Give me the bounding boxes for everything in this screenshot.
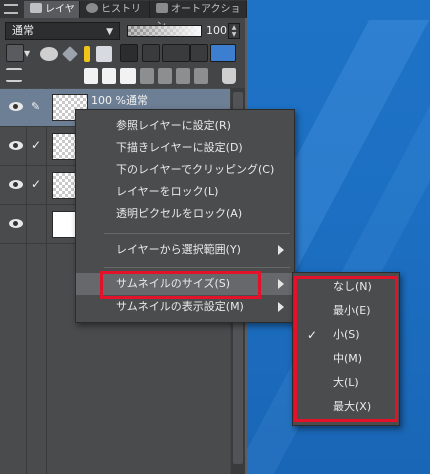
layer-stack-icon <box>30 3 42 13</box>
sync-icon[interactable] <box>162 44 190 62</box>
chevron-down-icon: ▼ <box>106 27 113 37</box>
annotation-highlight-menu-item <box>100 271 261 299</box>
chevron-down-icon[interactable]: ▼ <box>24 44 34 64</box>
opacity-value: 100 <box>206 24 227 37</box>
trash-icon[interactable] <box>222 68 236 84</box>
eye-icon[interactable] <box>9 102 23 111</box>
menu-item-lock-transparent-pixels[interactable]: 透明ピクセルをロック(A) <box>76 203 294 225</box>
check-icon: ✓ <box>31 138 42 152</box>
layer-name: 100 %通常 <box>91 94 148 107</box>
mask-add-icon[interactable] <box>176 68 190 84</box>
menu-item-label: レイヤーから選択範囲(Y) <box>116 243 241 256</box>
reference-icon[interactable] <box>96 46 112 62</box>
eye-icon[interactable] <box>9 141 23 150</box>
pen-icon[interactable] <box>84 46 90 62</box>
auto-action-icon <box>156 3 168 13</box>
color-swatch-button[interactable] <box>6 44 24 62</box>
merge-down-icon[interactable] <box>158 68 172 84</box>
clip-icon[interactable] <box>142 44 160 62</box>
menu-item-label: 参照レイヤーに設定(R) <box>116 119 231 132</box>
opacity-slider[interactable] <box>127 25 202 37</box>
menu-item-set-reference-layer[interactable]: 参照レイヤーに設定(R) <box>76 115 294 137</box>
mask-apply-icon[interactable] <box>194 68 208 84</box>
pen-icon: ✎ <box>31 100 41 113</box>
history-icon <box>86 3 98 13</box>
menu-item-set-draft-layer[interactable]: 下描きレイヤーに設定(D) <box>76 137 294 159</box>
chevron-right-icon <box>278 302 284 312</box>
blend-mode-value: 通常 <box>12 24 34 37</box>
lock-icon[interactable] <box>120 44 138 62</box>
menu-separator <box>104 233 290 234</box>
opacity-spinner[interactable]: ▲ ▼ <box>228 23 240 39</box>
transfer-down-icon[interactable] <box>140 68 154 84</box>
menu-item-lock-layer[interactable]: レイヤーをロック(L) <box>76 181 294 203</box>
menu-item-label: サムネイルの表示設定(M) <box>116 300 244 313</box>
menu-item-label: 透明ピクセルをロック(A) <box>116 207 243 220</box>
ruler-icon[interactable] <box>62 46 78 62</box>
menu-item-thumbnail-display-settings[interactable]: サムネイルの表示設定(M) <box>76 296 294 318</box>
check-icon: ✓ <box>31 177 42 191</box>
menu-item-label: 下描きレイヤーに設定(D) <box>116 141 243 154</box>
new-folder-icon[interactable] <box>120 68 136 84</box>
blend-mode-select[interactable]: 通常 ▼ <box>5 22 120 40</box>
menu-separator <box>104 267 290 268</box>
new-raster-layer-icon[interactable] <box>84 68 98 84</box>
layer-property-toolbar: ▼ <box>0 44 247 68</box>
eye-icon[interactable] <box>9 219 23 228</box>
tab-history[interactable]: ヒストリー <box>80 1 150 32</box>
chevron-right-icon <box>278 245 284 255</box>
panel-menu-icon[interactable] <box>4 4 18 14</box>
annotation-highlight-submenu <box>294 276 398 422</box>
menu-item-label: 下のレイヤーでクリッピング(C) <box>116 163 275 176</box>
tab-layer[interactable]: レイヤー <box>24 1 80 32</box>
panel-tab-bar: レイヤー ヒストリー オートアクション <box>0 0 247 32</box>
layer-color-icon[interactable] <box>210 44 236 62</box>
menu-item-clip-to-layer-below[interactable]: 下のレイヤーでクリッピング(C) <box>76 159 294 181</box>
layer-action-toolbar <box>0 66 247 88</box>
transform-icon[interactable] <box>190 44 208 62</box>
menu-item-selection-from-layer[interactable]: レイヤーから選択範囲(Y) <box>76 239 294 261</box>
new-vector-layer-icon[interactable] <box>102 68 116 84</box>
mask-icon[interactable] <box>40 47 58 61</box>
tab-auto-action[interactable]: オートアクション <box>150 1 247 32</box>
layer-stack-icon[interactable] <box>6 68 22 82</box>
chevron-right-icon <box>278 279 284 289</box>
menu-item-label: レイヤーをロック(L) <box>116 185 219 198</box>
eye-icon[interactable] <box>9 180 23 189</box>
blend-opacity-row: 通常 ▼ 100 ▲ ▼ <box>0 20 247 42</box>
